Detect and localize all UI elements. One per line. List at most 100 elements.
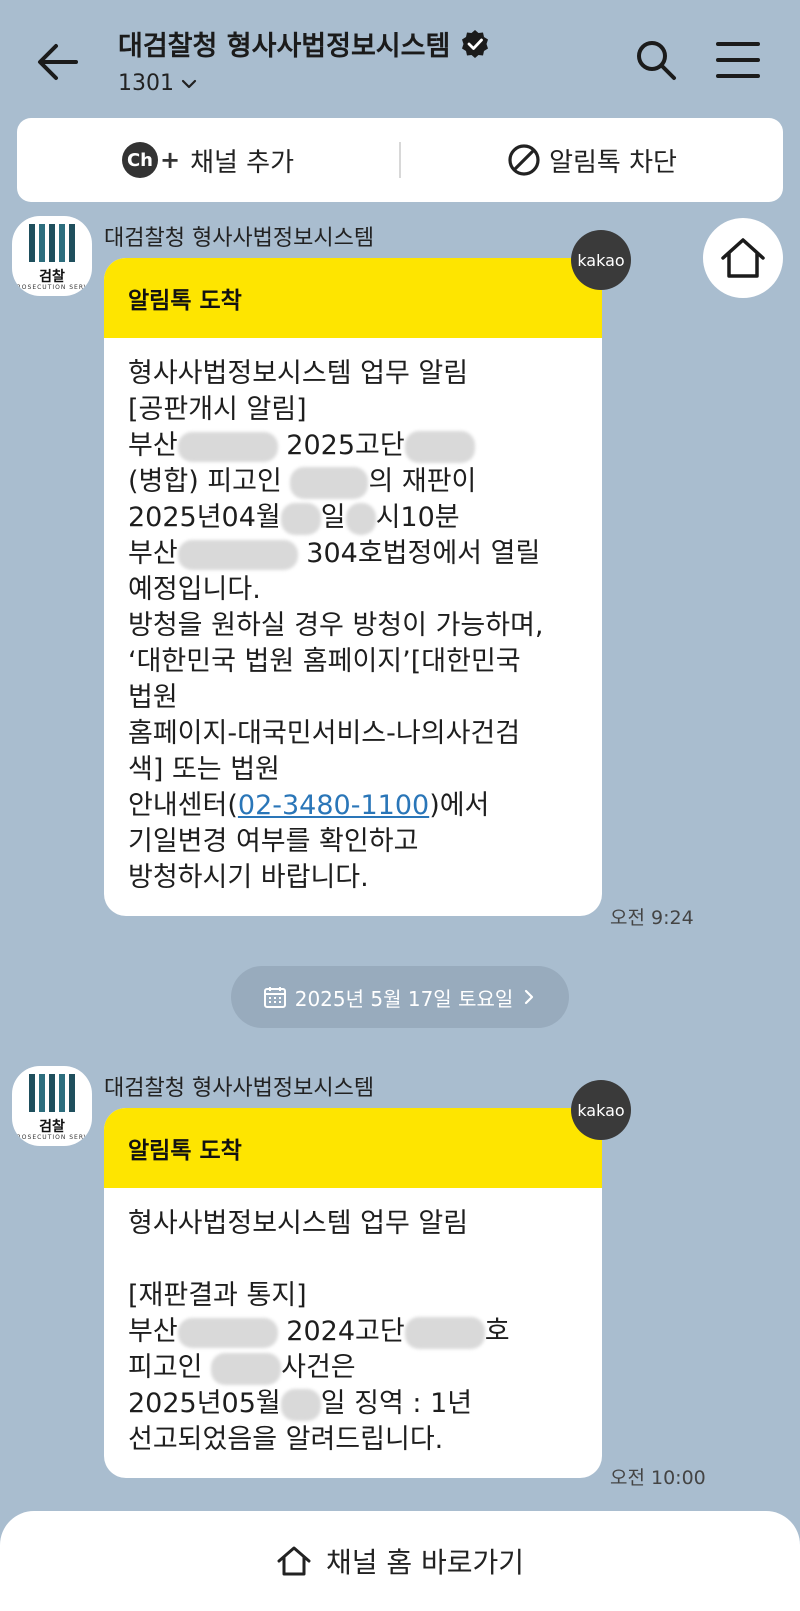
text-segment: 부산 bbox=[128, 1316, 178, 1347]
redacted-block bbox=[177, 431, 278, 462]
message-line: 홈페이지-대국민서비스-나의사건검 bbox=[128, 718, 521, 749]
message-line: [재판결과 통지] bbox=[128, 1280, 307, 1311]
redacted-block bbox=[177, 1317, 278, 1348]
message-line: 형사사법정보시스템 업무 알림 bbox=[128, 358, 469, 389]
chat-title-area[interactable]: 대검찰청 형사사법정보시스템 1301 bbox=[118, 24, 490, 96]
message-line: 색] 또는 법원 bbox=[128, 754, 280, 785]
message-line: (병합) 피고인 의 재판이 bbox=[128, 464, 578, 500]
search-icon bbox=[637, 41, 676, 80]
message-line: 부산 304호법정에서 열릴 bbox=[128, 536, 578, 572]
prosecution-logo-icon bbox=[29, 1074, 75, 1112]
message-line: 법원 bbox=[128, 682, 178, 713]
chat-header: 대검찰청 형사사법정보시스템 1301 bbox=[0, 0, 800, 110]
redacted-block bbox=[345, 502, 376, 535]
block-icon bbox=[508, 144, 540, 176]
sender-name: 대검찰청 형사사법정보시스템 bbox=[104, 226, 375, 251]
message-line: 2025년05월 일 징역 : 1년 bbox=[128, 1386, 578, 1422]
channel-home-label: 채널 홈 바로가기 bbox=[325, 1546, 525, 1579]
avatar-sub-label: PROSECUTION SERVICE bbox=[12, 284, 92, 291]
home-icon bbox=[721, 238, 765, 278]
avatar[interactable]: 검찰 PROSECUTION SERVICE bbox=[12, 216, 92, 296]
redacted-block bbox=[280, 502, 321, 535]
text-segment: 사건은 bbox=[281, 1352, 356, 1383]
menu-button[interactable] bbox=[714, 38, 762, 82]
verified-badge-icon bbox=[462, 29, 489, 58]
message-card-header: 알림톡 도착 bbox=[104, 1108, 602, 1188]
add-channel-button[interactable]: Ch + 채널 추가 bbox=[17, 118, 399, 202]
message-body: 형사사법정보시스템 업무 알림 [공판개시 알림] 부산 2025고단 (병합)… bbox=[104, 338, 602, 916]
text-segment: 2025년04월 bbox=[128, 502, 281, 533]
avatar-label: 검찰 bbox=[39, 269, 65, 285]
text-segment: 부산 bbox=[128, 538, 178, 569]
message-body: 형사사법정보시스템 업무 알림 [재판결과 통지] 부산 2024고단 호 피고인… bbox=[104, 1188, 602, 1478]
avatar-sub-label: PROSECUTION SERVICE bbox=[12, 1134, 92, 1141]
block-notification-label: 알림톡 차단 bbox=[549, 147, 677, 178]
phone-link[interactable]: 02-3480-1100 bbox=[238, 790, 429, 821]
message-line: [공판개시 알림] bbox=[128, 394, 307, 425]
message-line: 선고되었음을 알려드립니다. bbox=[128, 1424, 444, 1455]
text-segment: 일 bbox=[320, 502, 346, 533]
add-channel-label: 채널 추가 bbox=[190, 147, 295, 178]
text-segment: 일 징역 : 1년 bbox=[320, 1388, 473, 1419]
channel-home-button[interactable]: 채널 홈 바로가기 bbox=[0, 1511, 800, 1611]
message-line: 안내센터(02-3480-1100)에서 bbox=[128, 788, 578, 824]
text-segment: 2025년05월 bbox=[128, 1388, 281, 1419]
text-segment: 호 bbox=[484, 1316, 510, 1347]
text-segment: 2025고단 bbox=[286, 430, 405, 461]
message-line: 부산 2025고단 bbox=[128, 428, 578, 464]
redacted-block bbox=[177, 539, 298, 570]
redacted-block bbox=[280, 1388, 321, 1421]
redacted-block bbox=[211, 1352, 282, 1385]
message-line-spacer bbox=[128, 1242, 578, 1278]
text-segment: 304호법정에서 열릴 bbox=[306, 538, 541, 569]
redacted-block bbox=[404, 430, 475, 463]
hamburger-menu-icon bbox=[716, 42, 760, 78]
message-line: 방청하시기 바랍니다. bbox=[128, 862, 369, 893]
kakao-badge: kakao bbox=[571, 230, 631, 290]
channel-add-icon-text: Ch bbox=[126, 149, 153, 171]
chevron-down-icon bbox=[181, 79, 197, 88]
message-card[interactable]: 알림톡 도착 형사사법정보시스템 업무 알림 [공판개시 알림] 부산 2025… bbox=[104, 258, 602, 916]
chevron-right-icon bbox=[525, 989, 534, 1005]
channel-add-icon: Ch bbox=[121, 142, 158, 178]
message-line: 부산 2024고단 호 bbox=[128, 1314, 578, 1350]
arrow-left-icon bbox=[38, 44, 78, 80]
search-button[interactable] bbox=[632, 36, 680, 84]
member-count-text: 1301 bbox=[118, 71, 174, 96]
sender-name: 대검찰청 형사사법정보시스템 bbox=[104, 1076, 375, 1101]
text-segment: 피고인 bbox=[128, 1352, 203, 1383]
channel-title-text: 대검찰청 형사사법정보시스템 bbox=[118, 31, 451, 62]
message-card[interactable]: 알림톡 도착 형사사법정보시스템 업무 알림 [재판결과 통지] 부산 2024… bbox=[104, 1108, 602, 1478]
plus-icon: + bbox=[159, 146, 181, 174]
kakao-badge: kakao bbox=[571, 1080, 631, 1140]
back-button[interactable] bbox=[30, 34, 86, 90]
date-divider[interactable]: 2025년 5월 17일 토요일 bbox=[231, 966, 569, 1028]
home-icon bbox=[277, 1546, 311, 1576]
redacted-block bbox=[404, 1316, 485, 1349]
calendar-icon bbox=[263, 987, 286, 1008]
text-segment: 시10분 bbox=[375, 502, 460, 533]
prosecution-logo-icon bbox=[29, 224, 75, 262]
message-line: ‘대한민국 법원 홈페이지’[대한민국 bbox=[128, 646, 521, 677]
text-segment: (병합) 피고인 bbox=[128, 466, 282, 497]
message-time: 오전 9:24 bbox=[610, 907, 694, 929]
message-line: 형사사법정보시스템 업무 알림 bbox=[128, 1208, 469, 1239]
channel-title: 대검찰청 형사사법정보시스템 bbox=[118, 24, 490, 63]
date-divider-label: 2025년 5월 17일 토요일 bbox=[294, 986, 514, 1011]
message-line: 예정입니다. bbox=[128, 574, 261, 605]
message-time: 오전 10:00 bbox=[610, 1467, 706, 1489]
member-count[interactable]: 1301 bbox=[118, 71, 490, 96]
avatar[interactable]: 검찰 PROSECUTION SERVICE bbox=[12, 1066, 92, 1146]
text-segment: 2024고단 bbox=[286, 1316, 405, 1347]
channel-home-float-button[interactable] bbox=[703, 218, 783, 298]
text-segment: 안내센터( bbox=[128, 790, 238, 821]
block-notification-button[interactable]: 알림톡 차단 bbox=[401, 118, 783, 202]
message-card-header: 알림톡 도착 bbox=[104, 258, 602, 338]
message-line: 방청을 원하실 경우 방청이 가능하며, bbox=[128, 610, 544, 641]
text-segment: )에서 bbox=[429, 790, 490, 821]
text-segment: 의 재판이 bbox=[368, 466, 477, 497]
avatar-label: 검찰 bbox=[39, 1119, 65, 1135]
channel-action-bar: Ch + 채널 추가 알림톡 차단 bbox=[17, 118, 783, 202]
redacted-block bbox=[290, 466, 369, 499]
text-segment: 부산 bbox=[128, 430, 178, 461]
